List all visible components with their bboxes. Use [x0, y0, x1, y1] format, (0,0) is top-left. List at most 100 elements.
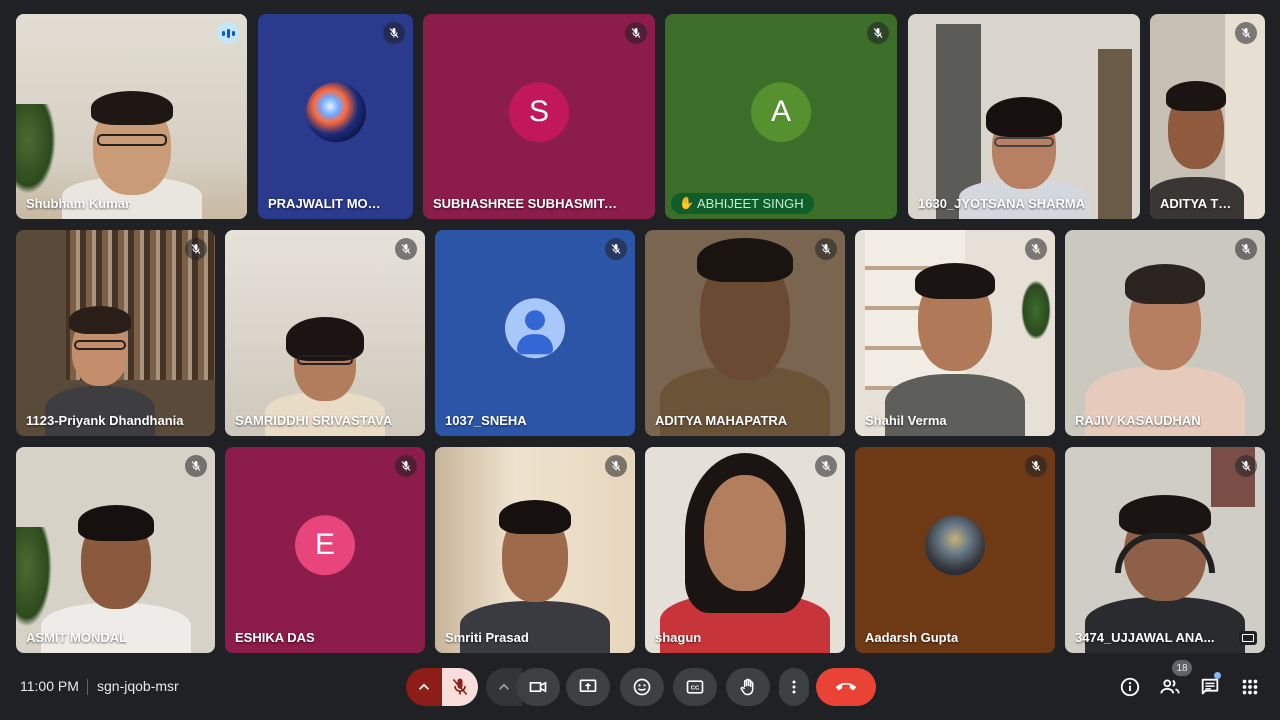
mic-off-icon [395, 238, 417, 260]
participant-name: ASMIT MONDAL [26, 630, 128, 645]
participant-name: Smriti Prasad [445, 630, 529, 645]
participant-name: 1123-Priyank Dhandhania [26, 413, 184, 428]
audio-options-button[interactable] [406, 668, 442, 706]
participant-tile[interactable]: RAJIV KASAUDHAN [1065, 230, 1265, 436]
activities-button[interactable] [1237, 674, 1263, 700]
participant-tile[interactable]: 1037_SNEHA [435, 230, 635, 436]
participant-name: 1037_SNEHA [445, 413, 527, 428]
participant-tile[interactable]: PRAJWALIT MOH... [258, 14, 413, 219]
mic-off-icon [452, 678, 468, 696]
more-vert-icon [792, 680, 796, 694]
chat-notification-dot [1214, 672, 1221, 679]
door-background [1098, 49, 1132, 219]
participant-name: Shahil Verma [865, 413, 947, 428]
participant-name: RAJIV KASAUDHAN [1075, 413, 1201, 428]
participant-video [660, 236, 830, 436]
participant-video [1085, 493, 1245, 653]
participant-tile[interactable]: shagun [645, 447, 845, 653]
participant-avatar: S [509, 81, 569, 142]
participant-tile[interactable]: ADITYA THA... [1150, 14, 1265, 219]
mic-off-icon [815, 455, 837, 477]
chat-icon [1201, 678, 1219, 695]
present-button[interactable] [566, 668, 610, 706]
mic-off-icon [867, 22, 889, 44]
raise-hand-icon: ✋ [679, 196, 694, 210]
mic-off-icon [185, 455, 207, 477]
svg-text:CC: CC [691, 686, 700, 692]
participant-name: Shubham Kumar [26, 196, 131, 211]
participant-name: Aadarsh Gupta [865, 630, 959, 645]
raise-hand-button[interactable] [726, 668, 770, 706]
participant-tile[interactable]: S SUBHASHREE SUBHASMITA BE... [423, 14, 655, 219]
present-screen-icon [579, 679, 597, 692]
participant-tile[interactable]: A ✋ ABHIJEET SINGH [665, 14, 897, 219]
mic-off-icon [815, 238, 837, 260]
mic-off-icon [1025, 455, 1047, 477]
participant-name: shagun [655, 630, 702, 645]
pip-icon[interactable] [1239, 631, 1257, 645]
participant-name: 1630_JYOTSANA SHARMA [918, 196, 1086, 211]
participant-tile[interactable]: 1630_JYOTSANA SHARMA [908, 14, 1140, 219]
reactions-button[interactable] [620, 668, 664, 706]
participant-name: ADITYA MAHAPATRA [655, 413, 788, 428]
meeting-details-button[interactable] [1117, 674, 1143, 700]
participant-tile[interactable]: Aadarsh Gupta [855, 447, 1055, 653]
mic-off-icon [1025, 238, 1047, 260]
more-options-button[interactable] [779, 668, 809, 706]
mic-off-icon [395, 455, 417, 477]
participant-avatar: A [751, 81, 811, 142]
plant-decoration [1021, 280, 1051, 340]
camera-toggle-button[interactable] [516, 668, 560, 706]
participant-tile[interactable]: ASMIT MONDAL [16, 447, 215, 653]
videocam-icon [529, 681, 547, 693]
participant-name: SUBHASHREE SUBHASMITA BE... [433, 196, 625, 211]
emoji-icon [633, 678, 651, 696]
people-button[interactable] [1157, 674, 1183, 700]
participant-tile[interactable]: Smriti Prasad [435, 447, 635, 653]
activities-icon [1242, 679, 1258, 695]
leave-call-button[interactable] [816, 668, 876, 706]
participant-name: PRAJWALIT MOH... [268, 196, 383, 211]
participant-video [660, 453, 830, 653]
participant-tile[interactable]: 1123-Priyank Dhandhania [16, 230, 215, 436]
default-avatar-icon [505, 298, 565, 359]
participant-tile[interactable]: 3474_UJJAWAL ANA... [1065, 447, 1265, 653]
mic-off-icon [185, 238, 207, 260]
call-end-icon [836, 682, 856, 691]
chevron-up-icon [499, 683, 509, 690]
raise-hand-icon [740, 678, 754, 696]
participant-video [885, 261, 1025, 436]
mic-off-icon [1235, 238, 1257, 260]
chevron-up-icon [419, 683, 429, 690]
participant-name: SAMRIDDHI SRIVASTAVA [235, 413, 393, 428]
participant-avatar: E [295, 515, 355, 576]
people-icon [1160, 679, 1180, 694]
meeting-code: sgn-jqob-msr [97, 678, 179, 694]
participant-tile[interactable]: ADITYA MAHAPATRA [645, 230, 845, 436]
speaking-indicator-icon [217, 22, 239, 44]
people-count-badge: 18 [1172, 660, 1192, 676]
participant-name: ✋ ABHIJEET SINGH [671, 193, 814, 214]
captions-icon: CC [686, 680, 704, 694]
participant-tile[interactable]: SAMRIDDHI SRIVASTAVA [225, 230, 425, 436]
participant-name: 3474_UJJAWAL ANA... [1075, 630, 1215, 645]
divider [87, 679, 88, 695]
participant-name-text: ABHIJEET SINGH [697, 196, 804, 211]
meeting-clock: 11:00 PM [20, 678, 79, 694]
captions-button[interactable]: CC [673, 668, 717, 706]
participant-tile[interactable]: E ESHIKA DAS [225, 447, 425, 653]
participant-tile[interactable]: Shahil Verma [855, 230, 1055, 436]
participant-video [1085, 256, 1245, 436]
participant-avatar [305, 81, 366, 142]
mic-toggle-button[interactable] [442, 668, 478, 706]
participant-tile[interactable]: Shubham Kumar [16, 14, 247, 219]
mic-off-icon [383, 22, 405, 44]
info-icon [1120, 677, 1140, 697]
participant-name: ADITYA THA... [1160, 196, 1235, 211]
mic-off-icon [1235, 22, 1257, 44]
meeting-controls-bar: 11:00 PM sgn-jqob-msr CC [0, 656, 1280, 720]
participant-avatar [925, 515, 985, 576]
mic-off-icon [625, 22, 647, 44]
mic-off-icon [605, 238, 627, 260]
mic-off-icon [605, 455, 627, 477]
